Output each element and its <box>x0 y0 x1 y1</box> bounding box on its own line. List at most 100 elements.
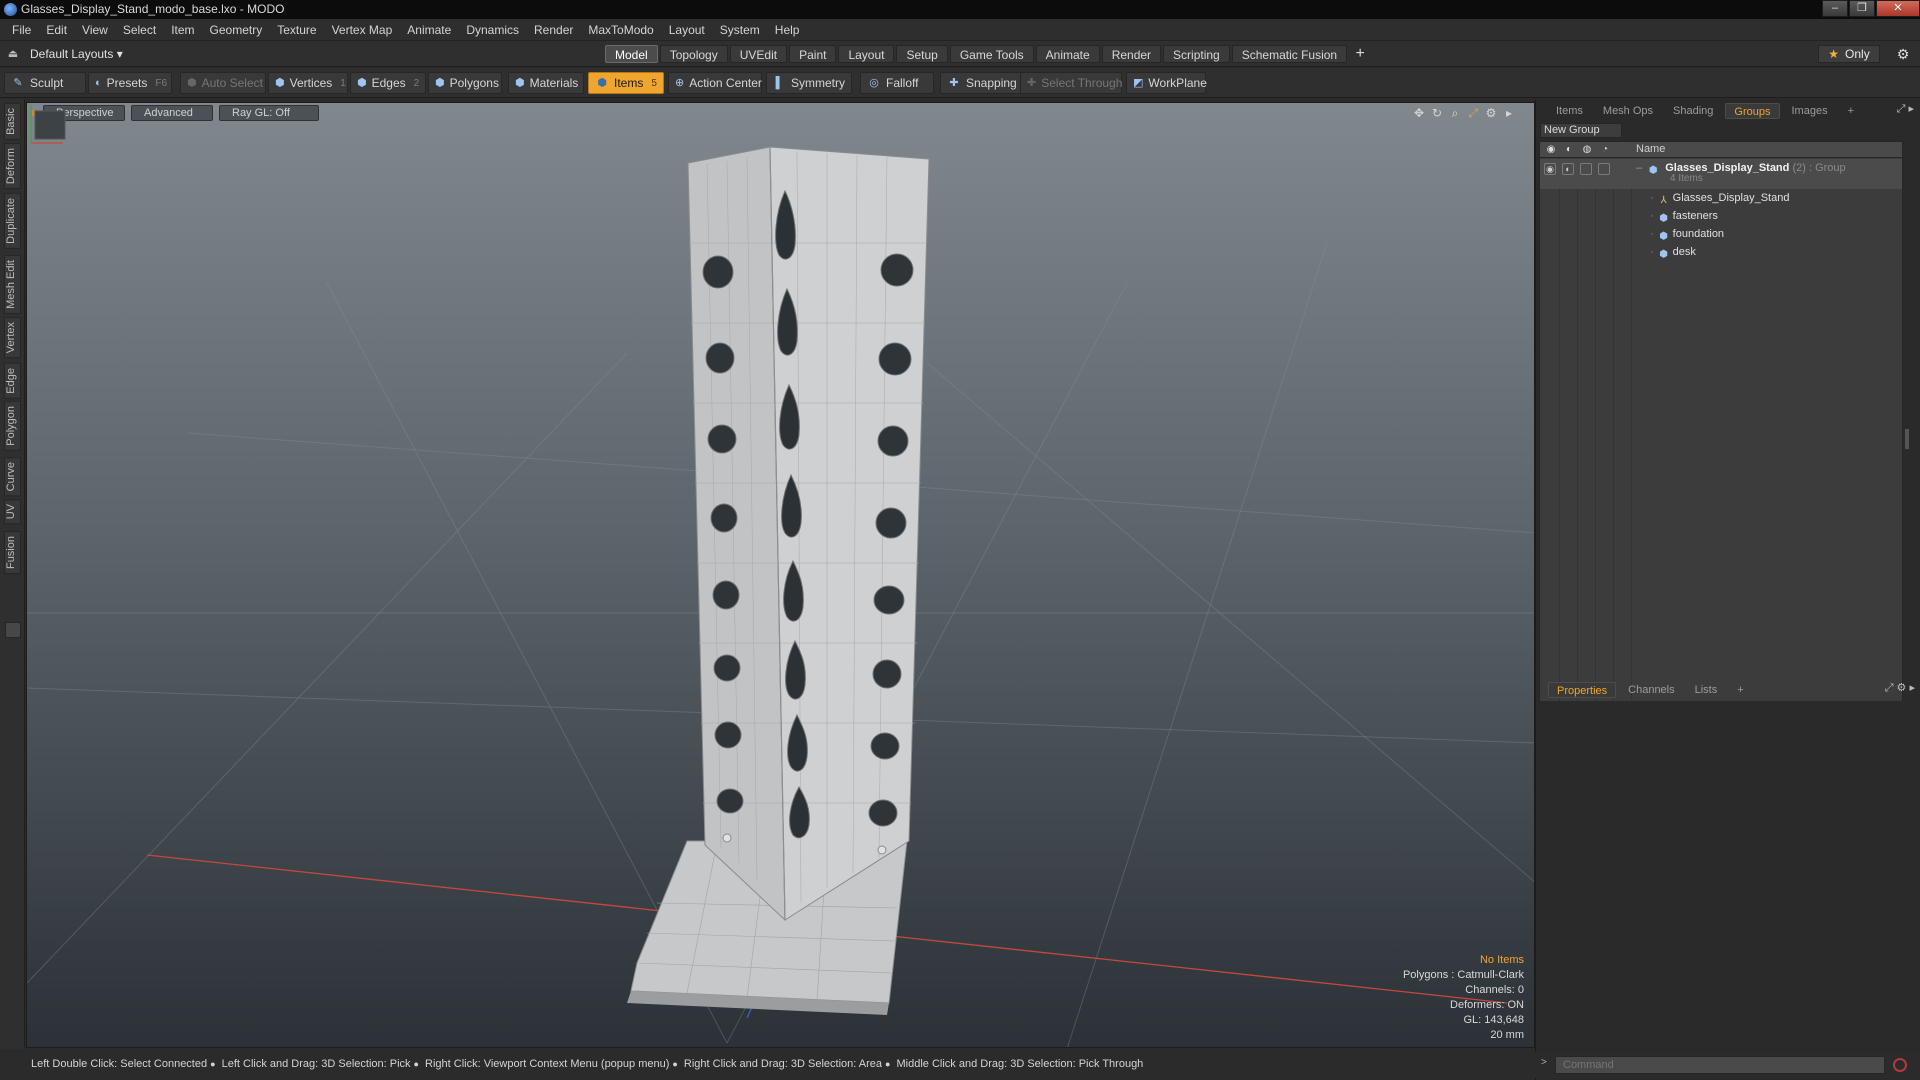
column-name[interactable]: Name <box>1636 143 1665 155</box>
tab-properties[interactable]: Properties <box>1548 682 1617 698</box>
list-item[interactable]: · ⅄ Glasses_Display_Stand <box>1650 189 1902 207</box>
left-tab-uv[interactable]: UV <box>4 499 21 525</box>
menu-geometry[interactable]: Geometry <box>204 19 269 41</box>
left-tab-curve[interactable]: Curve <box>4 457 21 497</box>
tab-render[interactable]: Render <box>1101 45 1162 63</box>
lock-icon[interactable]: ◍ <box>1580 144 1594 156</box>
command-input[interactable] <box>1555 1056 1885 1074</box>
left-tab-fusion[interactable]: Fusion <box>4 531 21 575</box>
group-render-toggle[interactable]: ◐ <box>1562 163 1574 175</box>
tab-groups[interactable]: Groups <box>1725 103 1780 119</box>
pan-icon[interactable]: ✥ <box>1410 105 1428 121</box>
symmetry-button[interactable]: ▌ Symmetry <box>766 72 852 94</box>
tab-paint[interactable]: Paint <box>789 45 837 63</box>
snapping-button[interactable]: ✚ Snapping <box>940 72 1024 94</box>
viewport-menu-arrow-icon[interactable]: ▸ <box>1500 105 1518 121</box>
viewport-canvas[interactable] <box>27 103 1535 1048</box>
select-through-button[interactable]: ✚ Select Through <box>1020 72 1122 94</box>
collapse-icon[interactable]: – <box>1636 162 1642 174</box>
menu-texture[interactable]: Texture <box>271 19 322 41</box>
menu-help[interactable]: Help <box>769 19 806 41</box>
left-tab-duplicate[interactable]: Duplicate <box>4 193 21 249</box>
tab-lists[interactable]: Lists <box>1687 682 1726 698</box>
tab-animate[interactable]: Animate <box>1035 45 1100 63</box>
vertices-button[interactable]: ⬢ Vertices 1 <box>268 72 348 94</box>
add-properties-tab-button[interactable]: + <box>1729 682 1751 698</box>
sculpt-button[interactable]: ✎ Sculpt <box>4 72 86 94</box>
shading-advanced-button[interactable]: Advanced <box>131 105 213 121</box>
tab-mesh-ops[interactable]: Mesh Ops <box>1595 103 1661 119</box>
menu-select[interactable]: Select <box>117 19 162 41</box>
left-panel-toggle-button[interactable] <box>5 622 21 638</box>
tab-model[interactable]: Model <box>605 45 658 63</box>
list-item[interactable]: · ⬢ fasteners <box>1650 207 1902 225</box>
render-icon[interactable]: ◐ <box>1562 144 1576 156</box>
edges-button[interactable]: ⬢ Edges 2 <box>350 72 426 94</box>
auto-select-button[interactable]: ⬢ Auto Select <box>180 72 266 94</box>
menu-maxtomodo[interactable]: MaxToModo <box>582 19 659 41</box>
groups-scrollbar[interactable] <box>1905 429 1909 449</box>
polygons-button[interactable]: ⬢ Polygons <box>428 72 502 94</box>
action-center-button[interactable]: ⊕ Action Center <box>668 72 762 94</box>
maximize-button[interactable]: ❐ <box>1849 0 1875 17</box>
menu-animate[interactable]: Animate <box>401 19 457 41</box>
left-tab-basic[interactable]: Basic <box>4 103 21 140</box>
minimize-button[interactable]: – <box>1822 0 1848 17</box>
tab-items[interactable]: Items <box>1548 103 1591 119</box>
add-tab-button[interactable]: + <box>1349 45 1371 63</box>
tab-setup[interactable]: Setup <box>896 45 948 63</box>
group-visibility-eye-icon[interactable]: ◉ <box>1544 163 1556 175</box>
panel-expand-icon[interactable]: ⤢ ▸ <box>1897 102 1914 116</box>
menu-item[interactable]: Item <box>165 19 200 41</box>
list-item[interactable]: · ⬢ foundation <box>1650 225 1902 243</box>
raygl-button[interactable]: Ray GL: Off <box>219 105 319 121</box>
command-clear-icon[interactable] <box>1893 1058 1907 1072</box>
menu-dynamics[interactable]: Dynamics <box>460 19 525 41</box>
workplane-button[interactable]: ◩ WorkPlane <box>1126 72 1207 94</box>
close-button[interactable]: ✕ <box>1876 0 1920 17</box>
list-item[interactable]: · ⬢ desk <box>1650 243 1902 261</box>
new-group-button[interactable]: New Group <box>1540 123 1622 138</box>
gear-icon[interactable]: ⚙ <box>1894 45 1912 63</box>
rotate-icon[interactable]: ↻ <box>1428 105 1446 121</box>
menu-layout[interactable]: Layout <box>663 19 711 41</box>
items-button[interactable]: ⬢ Items 5 <box>588 72 664 94</box>
add-panel-tab-button[interactable]: + <box>1840 103 1862 119</box>
left-tab-mesh-edit[interactable]: Mesh Edit <box>4 255 21 314</box>
only-button[interactable]: ★ Only <box>1818 45 1880 63</box>
tab-game-tools[interactable]: Game Tools <box>949 45 1034 63</box>
left-tab-vertex[interactable]: Vertex <box>4 317 21 359</box>
select-icon[interactable]: ◔ <box>1598 144 1612 156</box>
viewport-settings-icon[interactable]: ⚙ <box>1482 105 1500 121</box>
menu-system[interactable]: System <box>714 19 766 41</box>
tab-schematic-fusion[interactable]: Schematic Fusion <box>1231 45 1348 63</box>
presets-button[interactable]: ◐ Presets F6 <box>88 72 172 94</box>
visibility-eye-icon[interactable]: ◉ <box>1544 144 1558 156</box>
menu-file[interactable]: File <box>6 19 37 41</box>
properties-expand-icon[interactable]: ⤢ ⚙ ▸ <box>1885 681 1915 695</box>
menu-render[interactable]: Render <box>528 19 579 41</box>
menu-edit[interactable]: Edit <box>40 19 73 41</box>
tab-scripting[interactable]: Scripting <box>1163 45 1230 63</box>
status-hint-3: Right Click: Viewport Context Menu (popu… <box>425 1058 670 1070</box>
left-tab-polygon[interactable]: Polygon <box>4 401 21 451</box>
menu-view[interactable]: View <box>76 19 114 41</box>
left-tab-edge[interactable]: Edge <box>4 363 21 399</box>
tab-uvedit[interactable]: UVEdit <box>729 45 788 63</box>
tab-images[interactable]: Images <box>1784 103 1836 119</box>
menu-vertex-map[interactable]: Vertex Map <box>326 19 399 41</box>
symmetry-icon: ▌ <box>775 77 784 89</box>
tab-topology[interactable]: Topology <box>659 45 728 63</box>
tab-channels[interactable]: Channels <box>1620 682 1682 698</box>
fit-view-icon[interactable]: ⤢ <box>1464 105 1482 121</box>
layout-dropdown[interactable]: ⏏ Default Layouts ▾ <box>6 45 123 63</box>
falloff-button[interactable]: ◎ Falloff <box>860 72 934 94</box>
tab-layout[interactable]: Layout <box>838 45 895 63</box>
group-lock-toggle[interactable] <box>1580 163 1592 175</box>
group-select-toggle[interactable] <box>1598 163 1610 175</box>
tab-shading[interactable]: Shading <box>1665 103 1721 119</box>
3d-viewport[interactable]: Perspective Advanced Ray GL: Off ✥ ↻ ⌕ ⤢… <box>26 102 1535 1048</box>
left-tab-deform[interactable]: Deform <box>4 143 21 190</box>
materials-button[interactable]: ⬢ Materials <box>508 72 584 94</box>
zoom-icon[interactable]: ⌕ <box>1446 105 1464 121</box>
